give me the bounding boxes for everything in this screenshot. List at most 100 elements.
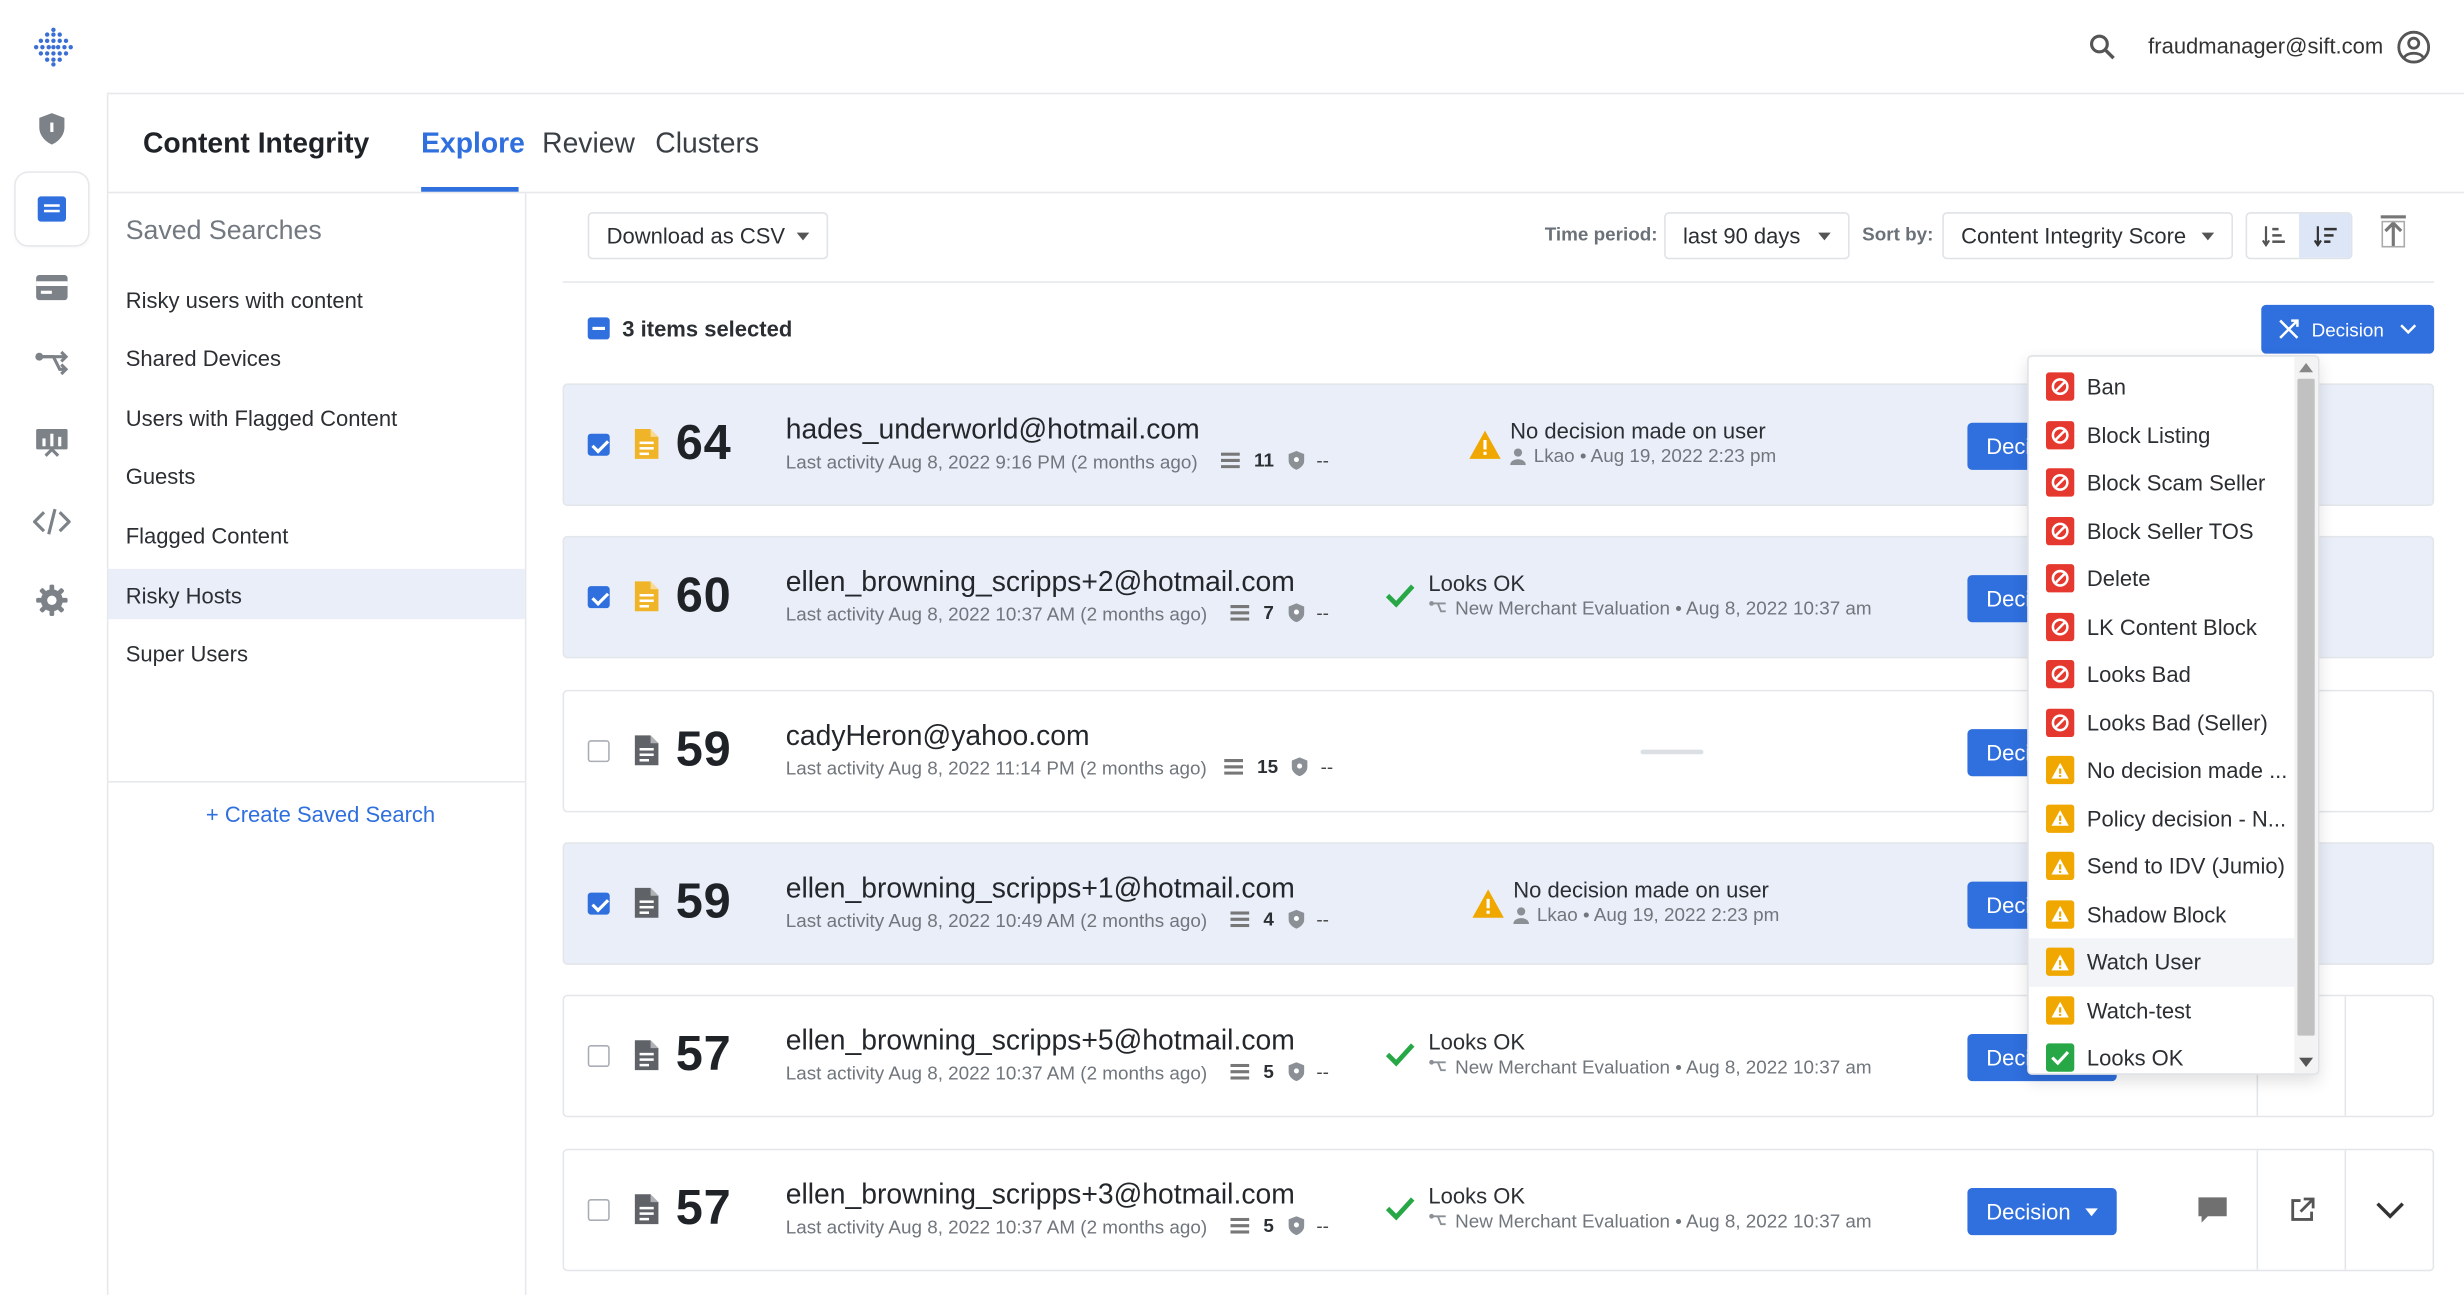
user-email-link[interactable]: cadyHeron@yahoo.com [786,720,1090,753]
gear-icon [36,584,68,617]
row-meta: 5 -- [1230,1215,1329,1237]
row-checkbox[interactable] [587,892,610,915]
decision-menu-item[interactable]: Policy decision - N... [2029,794,2302,842]
expand-row-button[interactable] [2344,1150,2433,1270]
status-detail: New Merchant Evaluation • Aug 8, 2022 10… [1428,597,1872,619]
rail-content[interactable] [15,172,89,246]
saved-search-item[interactable]: Risky users with content [108,273,524,323]
decision-menu-item[interactable]: Ban [2029,363,2302,411]
download-csv-dropdown[interactable]: Download as CSV [587,212,829,260]
divider [108,781,525,783]
rail-developer[interactable] [16,486,88,558]
left-rail [0,0,107,1295]
bulk-decision-button[interactable]: Decision [2261,304,2435,354]
row-checkbox[interactable] [587,1045,610,1067]
row-checkbox[interactable] [587,740,610,763]
decision-menu-item[interactable]: Block Listing [2029,411,2302,459]
user-email-link[interactable]: ellen_browning_scripps+5@hotmail.com [786,1025,1295,1058]
decision-menu-item[interactable]: Block Seller TOS [2029,507,2302,555]
open-external-button[interactable] [2256,1150,2345,1270]
sort-descending-icon [2313,226,2336,247]
tab-review[interactable]: Review [542,127,635,160]
row-checkbox[interactable] [587,433,610,456]
block-icon [2046,372,2075,402]
stack-icon [1230,605,1250,621]
decision-menu-item[interactable]: Watch-test [2029,986,2302,1034]
rail-workflows[interactable] [16,328,88,400]
last-activity: Last activity Aug 8, 2022 10:37 AM (2 mo… [785,1216,1208,1239]
check-icon [1385,1197,1415,1221]
decision-menu-item[interactable]: Watch User [2028,938,2303,987]
result-row[interactable]: 57 ellen_browning_scripps+3@hotmail.com … [562,1148,2435,1272]
decision-menu-item[interactable]: Delete [2029,555,2302,603]
warning-icon [2046,995,2075,1025]
scroll-down-icon[interactable] [2299,1057,2314,1067]
decision-button[interactable]: Decision [1967,1188,2117,1236]
content-count: 4 [1263,908,1274,931]
time-period-label: Time period: [1544,223,1658,246]
rail-payments[interactable] [16,251,88,323]
workflow-icon [1429,601,1446,613]
menu-scroll-thumb[interactable] [2297,378,2315,1036]
user-email-link[interactable]: ellen_browning_scripps+3@hotmail.com [786,1179,1295,1212]
stack-icon [1230,1063,1250,1080]
user-email-link[interactable]: ellen_browning_scripps+1@hotmail.com [786,872,1295,905]
saved-search-item[interactable]: Shared Devices [108,332,524,382]
shield-value: -- [1316,1214,1329,1237]
caret-down-icon [2201,232,2215,241]
status-detail: New Merchant Evaluation • Aug 8, 2022 10… [1428,1056,1872,1078]
user-email-link[interactable]: ellen_browning_scripps+2@hotmail.com [786,566,1295,599]
rail-reports[interactable] [16,405,88,477]
saved-search-item[interactable]: Flagged Content [108,509,524,559]
user-email-link[interactable]: hades_underworld@hotmail.com [786,413,1200,446]
decision-menu-item[interactable]: Block Scam Seller [2029,459,2302,507]
decision-menu-item[interactable]: No decision made ... [2029,746,2302,794]
expand-row-button[interactable] [2344,996,2433,1116]
status-detail-text: New Merchant Evaluation • Aug 8, 2022 10… [1455,1210,1872,1233]
decision-menu-item[interactable]: Looks Bad [2029,651,2302,699]
decision-menu-item[interactable]: Send to IDV (Jumio) [2029,842,2302,890]
comment-button[interactable] [2167,1150,2257,1269]
create-saved-search-link[interactable]: + Create Saved Search [206,801,435,826]
rail-settings[interactable] [16,564,88,636]
content-count: 5 [1263,1060,1274,1083]
tab-clusters[interactable]: Clusters [655,127,759,160]
scroll-up-icon[interactable] [2299,363,2314,373]
decision-menu-item[interactable]: Looks Bad (Seller) [2029,699,2302,747]
rail-shield[interactable] [16,93,88,165]
user-circle-icon[interactable] [2396,30,2431,65]
sort-by-select[interactable]: Content Integrity Score [1942,212,2233,260]
time-period-select[interactable]: last 90 days [1664,212,1850,260]
menu-scrollbar[interactable] [2294,356,2318,1074]
row-checkbox[interactable] [587,586,610,609]
saved-search-item[interactable]: Guests [108,449,524,499]
search-icon[interactable] [2087,31,2118,62]
sift-logo-icon[interactable] [31,25,75,69]
presentation-icon [36,429,68,457]
sort-descending-button[interactable] [2299,213,2351,258]
block-icon [2046,564,2075,593]
sort-ascending-button[interactable] [2247,214,2299,258]
shield-small-icon [1288,603,1304,623]
chevron-down-icon [2375,1201,2404,1218]
tab-explore[interactable]: Explore [421,127,525,160]
saved-search-item-active[interactable]: Risky Hosts [108,568,525,620]
decision-menu: Ban Block Listing Block Scam Seller Block S… [2027,355,2320,1075]
decision-menu-item[interactable]: Shadow Block [2029,890,2302,938]
row-meta: 5 -- [1230,1061,1329,1083]
decision-menu-label: Looks Bad [2086,661,2191,688]
top-bar: fraudmanager@sift.com [106,0,2464,95]
decision-menu-label: Watch User [2086,949,2201,975]
block-icon [2046,468,2075,497]
collapse-top-icon[interactable] [2379,214,2407,249]
download-csv-label: Download as CSV [606,223,786,249]
row-checkbox[interactable] [587,1199,610,1222]
user-email[interactable]: fraudmanager@sift.com [2148,33,2383,58]
decision-menu-item[interactable]: LK Content Block [2029,603,2302,651]
block-icon [2046,516,2075,545]
select-all-checkbox[interactable] [587,317,610,340]
decision-menu-item[interactable]: Looks OK [2029,1034,2302,1073]
page-title: Content Integrity [143,127,370,159]
saved-search-item[interactable]: Super Users [108,627,524,677]
saved-search-item[interactable]: Users with Flagged Content [108,391,524,441]
